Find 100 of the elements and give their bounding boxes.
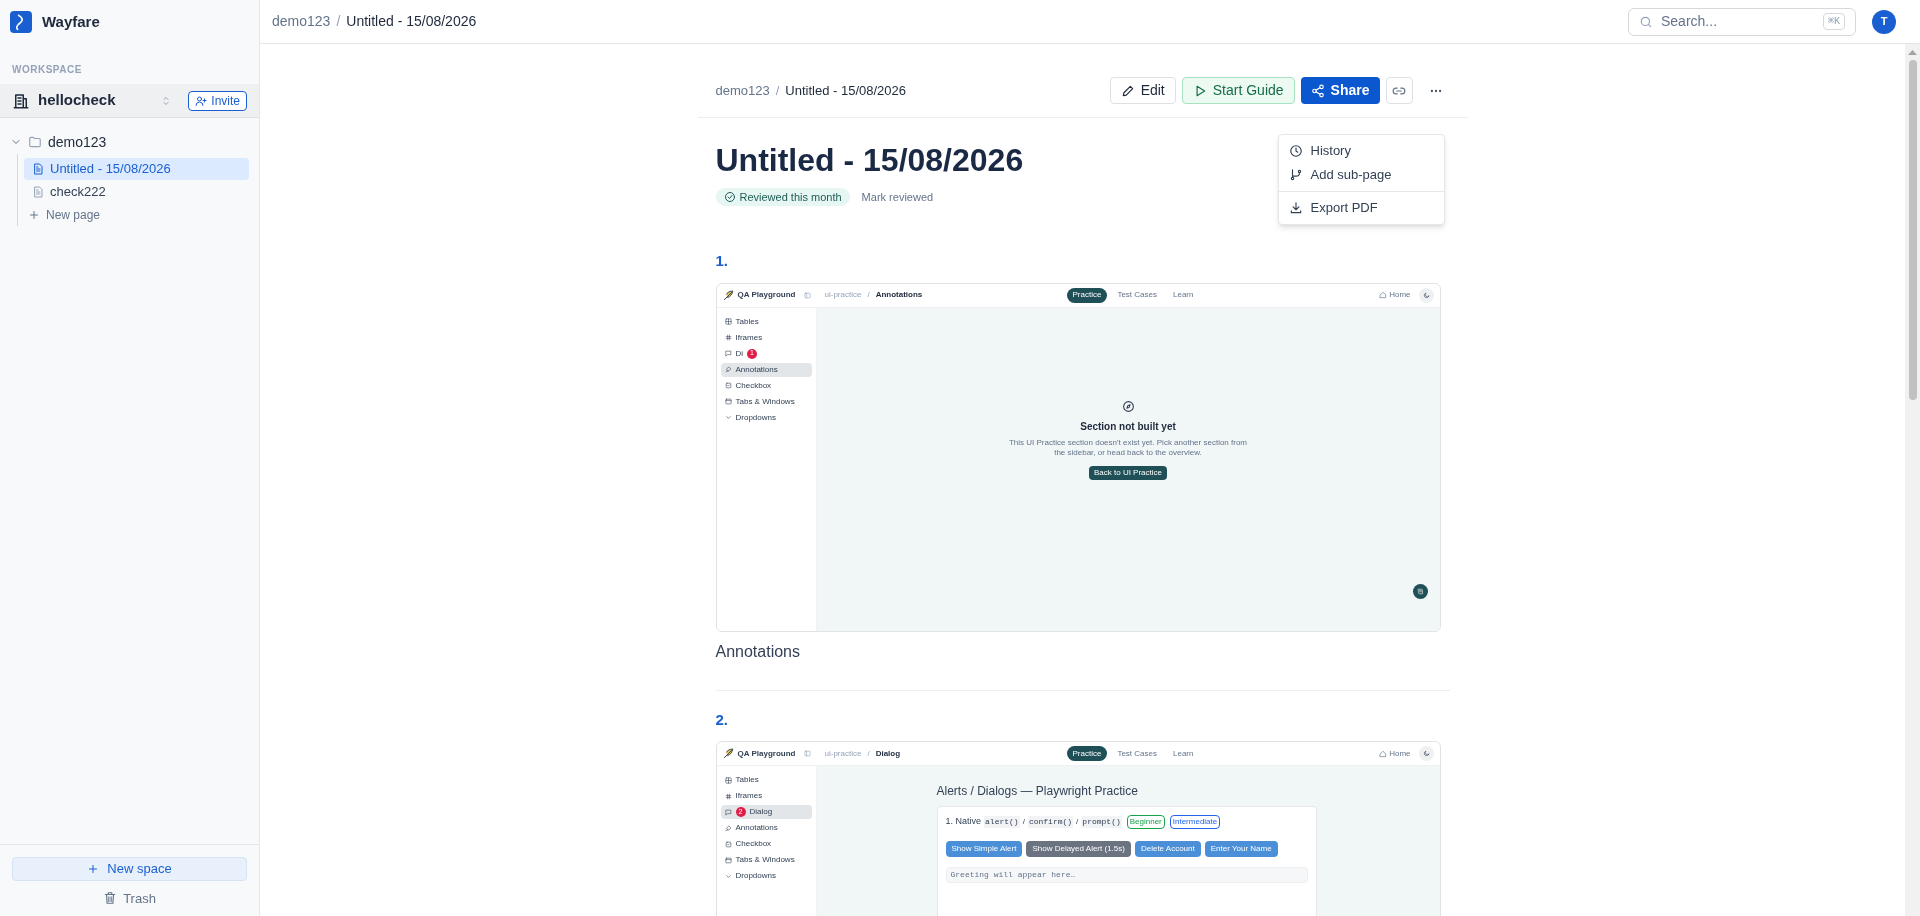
menu-item[interactable]: Export PDF (1278, 196, 1444, 220)
file-icon (32, 186, 44, 198)
feather-logo-icon (722, 748, 734, 759)
app-name: QA Playground (737, 747, 796, 760)
home-link[interactable]: Home (1379, 747, 1411, 760)
nav-item[interactable]: Dropdowns (720, 410, 812, 425)
table-icon (724, 318, 732, 325)
home-link[interactable]: Home (1379, 289, 1411, 301)
search-field[interactable]: Search... ⌘K (1628, 7, 1856, 36)
nav-tab[interactable]: Practice (1066, 746, 1108, 761)
window-icon (724, 398, 732, 405)
nav-item[interactable]: Iframes (720, 789, 812, 803)
nav-item[interactable]: Tabs & Windows (720, 394, 812, 409)
pencil-icon (1120, 83, 1135, 98)
window-icon (724, 856, 732, 864)
table-icon (724, 776, 732, 784)
nav-item[interactable]: Tables (720, 773, 812, 787)
workspace-switcher[interactable]: hellocheck Invite (0, 84, 259, 118)
inline-code: alert() (984, 816, 1020, 828)
breadcrumb-item[interactable]: demo123 (715, 80, 770, 101)
share-button[interactable]: Share (1300, 77, 1380, 104)
hash-icon (724, 792, 732, 800)
breadcrumb-item: Annotations (875, 289, 923, 301)
nav-item[interactable]: Tables (720, 314, 812, 329)
new-space-button[interactable]: New space (12, 856, 247, 881)
pen-icon (724, 824, 732, 832)
breadcrumb-item: Untitled - 15/08/2026 (346, 12, 477, 31)
breadcrumb-separator: / (867, 747, 870, 760)
chevron-down-icon (724, 872, 732, 880)
code-separator: / (1076, 816, 1079, 828)
compass-icon (1121, 399, 1135, 413)
nav-item[interactable]: Checkbox (720, 837, 812, 851)
plus-icon (87, 862, 100, 875)
nav-item[interactable]: Checkbox (720, 378, 812, 393)
workspace-name: hellocheck (38, 90, 117, 111)
nav-item[interactable]: Annotations (720, 362, 812, 377)
mark-reviewed-link[interactable]: Mark reviewed (861, 188, 934, 206)
step-number: 1. (715, 251, 729, 271)
nav-item[interactable]: Annotations (720, 821, 812, 835)
action-button[interactable]: Show Delayed Alert (1.5s) (1026, 841, 1131, 857)
scroll-up-icon[interactable] (1908, 50, 1917, 55)
search-icon (1639, 14, 1653, 29)
checkbox-icon (724, 382, 732, 389)
invite-button[interactable]: Invite (188, 90, 247, 111)
share-icon (1310, 83, 1325, 98)
nav-item[interactable]: Dropdowns (720, 869, 812, 883)
step-number: 2. (715, 709, 729, 730)
theme-toggle[interactable] (1418, 287, 1434, 303)
sidebar-toggle-icon (803, 750, 811, 757)
speech-bubble-icon (724, 350, 732, 357)
page-item[interactable]: check222 (24, 181, 249, 203)
page-title: Untitled - 15/08/2026 (715, 141, 1024, 180)
breadcrumb-item: Untitled - 15/08/2026 (785, 81, 907, 100)
book-icon (1416, 587, 1424, 595)
scrollbar-thumb[interactable] (1908, 60, 1917, 400)
folder-icon (28, 135, 42, 149)
start-guide-button[interactable]: Start Guide (1181, 77, 1295, 104)
menu-item[interactable]: Add sub-page (1278, 163, 1444, 187)
inline-code: prompt() (1081, 816, 1122, 828)
new-page-button[interactable]: New page (24, 204, 249, 226)
shortcut-hint: ⌘K (1822, 13, 1845, 30)
edit-button[interactable]: Edit (1109, 77, 1176, 104)
nav-tab[interactable]: Practice (1066, 287, 1108, 303)
logo-icon (10, 11, 32, 33)
branch-icon (1288, 168, 1303, 182)
section-label: WORKSPACE (12, 64, 82, 75)
breadcrumb-separator: / (867, 289, 870, 301)
home-icon (1379, 749, 1388, 758)
nav-item[interactable]: Iframes (720, 330, 812, 345)
breadcrumb-item[interactable]: demo123 (272, 11, 331, 32)
level-tag: Beginner (1126, 815, 1165, 829)
app-name: Wayfare (42, 11, 100, 32)
nav-item[interactable]: Tabs & Windows (720, 853, 812, 867)
output-box: Greeting will appear here… (945, 867, 1308, 883)
breadcrumb-separator: / (775, 81, 780, 100)
nav-tab[interactable]: Learn (1167, 287, 1200, 303)
copy-link-button[interactable] (1385, 77, 1413, 104)
download-icon (1288, 201, 1303, 215)
checkbox-icon (724, 840, 732, 848)
moon-icon (1422, 291, 1430, 299)
user-avatar[interactable]: T (1872, 9, 1896, 34)
floating-button[interactable] (1412, 583, 1428, 599)
theme-toggle[interactable] (1418, 746, 1434, 761)
back-button[interactable]: Back to UI Practice (1089, 465, 1167, 480)
trash-link[interactable]: Trash (103, 888, 156, 908)
user-plus-icon (195, 94, 208, 107)
building-icon (12, 91, 30, 110)
sidebar-toggle-icon (803, 291, 811, 299)
app-name: QA Playground (737, 289, 796, 301)
nav-tab[interactable]: Learn (1167, 746, 1200, 761)
nav-tab[interactable]: Test Cases (1111, 746, 1163, 761)
menu-item[interactable]: History (1278, 139, 1444, 163)
practice-heading: Alerts / Dialogs — Playwright Practice (936, 783, 1139, 800)
clock-icon (1288, 144, 1303, 158)
nav-tab[interactable]: Test Cases (1111, 287, 1163, 303)
code-separator: / (1022, 816, 1025, 828)
folder-item[interactable]: demo123 (10, 130, 249, 154)
page-item[interactable]: Untitled - 15/08/2026 (24, 158, 249, 180)
plus-icon (28, 209, 40, 221)
breadcrumb-item: Dialog (875, 747, 901, 760)
